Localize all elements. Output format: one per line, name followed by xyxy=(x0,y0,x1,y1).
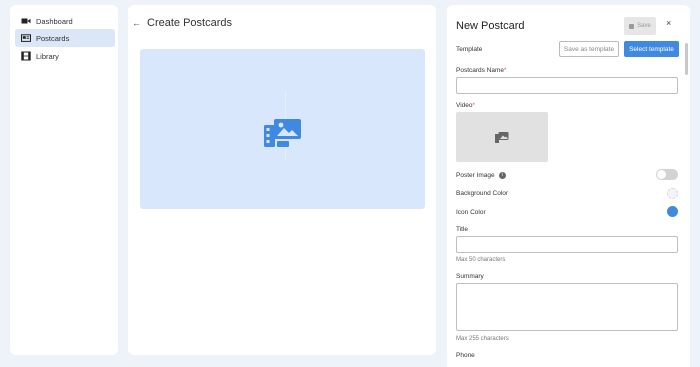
title-input[interactable] xyxy=(456,236,678,253)
poster-image-toggle[interactable] xyxy=(656,169,678,180)
sidebar-item-label: Postcards xyxy=(36,33,70,43)
film-library-icon xyxy=(21,51,31,61)
save-button[interactable]: Save xyxy=(624,17,656,35)
new-postcard-panel: New Postcard Save × Template Save as tem… xyxy=(447,5,690,367)
save-as-template-button[interactable]: Save as template xyxy=(559,41,619,57)
select-template-button[interactable]: Select template xyxy=(624,41,679,57)
main-content: ← Create Postcards xyxy=(128,5,436,355)
scrollbar[interactable] xyxy=(685,43,688,75)
sidebar-item-label: Dashboard xyxy=(36,16,73,26)
sidebar-item-library[interactable]: Library xyxy=(15,47,115,65)
video-upload[interactable] xyxy=(456,112,548,162)
required-mark: * xyxy=(472,102,476,109)
arrow-left-icon[interactable]: ← xyxy=(132,18,141,28)
panel-title: New Postcard xyxy=(456,20,525,32)
postcard-preview xyxy=(140,49,425,209)
video-label-text: Video xyxy=(456,102,473,109)
background-color-label: Background Color xyxy=(456,190,509,197)
icon-color-label: Icon Color xyxy=(456,209,486,216)
postcard-icon xyxy=(21,34,31,42)
sidebar: Dashboard Postcards Library xyxy=(10,5,118,355)
info-icon[interactable]: i xyxy=(498,172,506,179)
background-color-swatch[interactable] xyxy=(667,188,678,199)
page-header: ← Create Postcards xyxy=(132,17,232,29)
title-label: Title xyxy=(456,226,469,233)
video-label: Video* xyxy=(456,102,475,109)
save-label: Save xyxy=(637,23,651,29)
video-camera-icon xyxy=(21,18,31,24)
postcards-name-label: Postcards Name* xyxy=(456,67,507,74)
title-hint: Max 50 characters xyxy=(456,257,506,263)
media-gallery-icon xyxy=(495,132,509,143)
summary-label: Summary xyxy=(456,273,484,280)
summary-hint: Max 255 characters xyxy=(456,336,509,342)
poster-image-label-text: Poster Image xyxy=(456,172,495,180)
summary-textarea[interactable] xyxy=(456,283,678,331)
phone-label: Phone xyxy=(456,352,475,359)
postcards-name-input[interactable] xyxy=(456,77,678,94)
sidebar-item-dashboard[interactable]: Dashboard xyxy=(15,12,115,30)
icon-color-swatch[interactable] xyxy=(667,206,678,217)
postcards-name-label-text: Postcards Name xyxy=(456,67,505,74)
sidebar-item-label: Library xyxy=(36,51,59,61)
close-icon[interactable]: × xyxy=(666,18,671,28)
sidebar-item-postcards[interactable]: Postcards xyxy=(15,29,115,47)
toggle-knob xyxy=(657,170,666,179)
save-icon xyxy=(629,23,635,29)
template-label: Template xyxy=(456,46,483,53)
media-gallery-icon xyxy=(264,119,301,147)
page-title: Create Postcards xyxy=(147,17,232,29)
poster-image-label: Poster Image i xyxy=(456,172,506,179)
required-mark: * xyxy=(504,67,507,74)
